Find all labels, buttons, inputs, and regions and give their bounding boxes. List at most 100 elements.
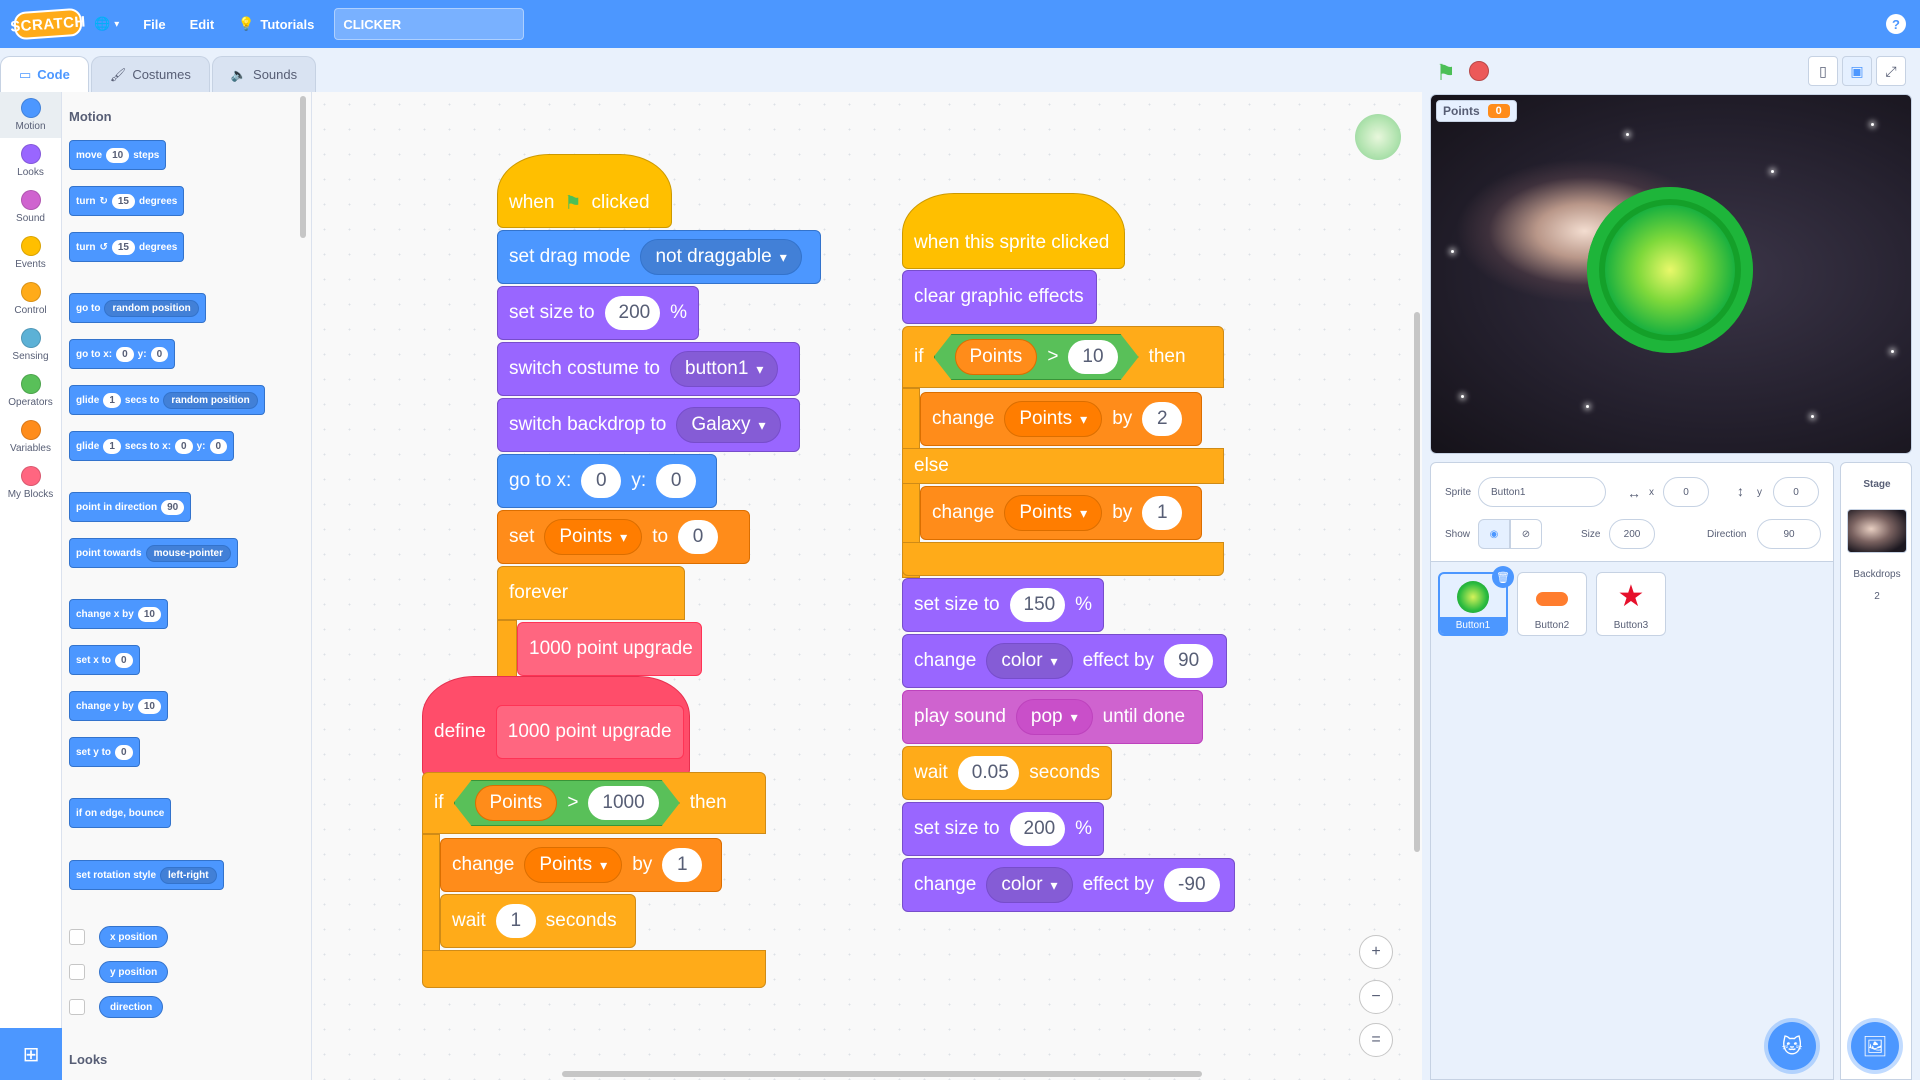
- zoom-out-button[interactable]: −: [1359, 980, 1393, 1014]
- tab-sounds[interactable]: 🔈 Sounds: [211, 56, 317, 92]
- block-input[interactable]: 10: [137, 698, 161, 714]
- block-dropdown[interactable]: random position: [163, 391, 258, 409]
- wait-block[interactable]: wait 1 seconds: [440, 894, 636, 948]
- edit-menu[interactable]: Edit: [178, 0, 227, 48]
- scratch-logo[interactable]: SCRATCH: [10, 7, 86, 41]
- workspace-horizontal-scrollbar[interactable]: [562, 1071, 1202, 1077]
- yposition-checkbox[interactable]: [69, 964, 85, 980]
- block-dropdown[interactable]: Points: [1004, 495, 1103, 531]
- block-dropdown[interactable]: color: [986, 867, 1073, 903]
- block-input[interactable]: 1: [1142, 496, 1183, 530]
- block-dropdown[interactable]: pop: [1015, 699, 1093, 735]
- sprite-thumb-button1[interactable]: Button1 🗑: [1438, 566, 1514, 636]
- palette-change-y-block[interactable]: change y by 10: [69, 691, 168, 721]
- stage-target-pane[interactable]: Stage Backdrops 2: [1840, 462, 1912, 1080]
- wait-block[interactable]: wait 0.05 seconds: [902, 746, 1112, 800]
- delete-sprite-button[interactable]: 🗑: [1492, 566, 1514, 588]
- direction-input[interactable]: 90: [1757, 519, 1821, 549]
- points-variable-monitor[interactable]: Points 0: [1436, 100, 1517, 122]
- palette-glide-block[interactable]: glide 1 secs to random position: [69, 385, 265, 415]
- palette-point-direction-block[interactable]: point in direction 90: [69, 492, 192, 522]
- block-dropdown[interactable]: Points: [1004, 401, 1103, 437]
- zoom-in-button[interactable]: +: [1359, 935, 1393, 969]
- block-input[interactable]: 0: [209, 438, 228, 454]
- block-input[interactable]: 2: [1142, 402, 1183, 436]
- set-size-block[interactable]: set size to 200%: [902, 802, 1104, 856]
- points-reporter[interactable]: Points: [475, 785, 558, 821]
- small-stage-button[interactable]: ▯: [1808, 56, 1838, 86]
- palette-xposition-reporter[interactable]: x position: [99, 926, 169, 948]
- block-input[interactable]: 0: [175, 438, 193, 454]
- zoom-reset-button[interactable]: =: [1359, 1023, 1393, 1057]
- when-sprite-clicked-block[interactable]: when this sprite clicked: [902, 193, 1125, 269]
- block-dropdown[interactable]: Galaxy: [676, 407, 781, 443]
- block-dropdown[interactable]: button1: [670, 351, 779, 387]
- file-menu[interactable]: File: [131, 0, 177, 48]
- block-input[interactable]: 90: [1164, 644, 1214, 678]
- points-reporter[interactable]: Points: [955, 339, 1038, 375]
- add-extension-button[interactable]: ⊞: [0, 1028, 62, 1080]
- block-dropdown[interactable]: left-right: [160, 866, 217, 884]
- language-menu[interactable]: 🌐 ▾: [82, 0, 131, 48]
- clear-effects-block[interactable]: clear graphic effects: [902, 270, 1097, 324]
- greater-than-operator[interactable]: Points >1000: [454, 780, 680, 826]
- sprite-name-input[interactable]: Button1: [1478, 477, 1606, 507]
- palette-bounce-block[interactable]: if on edge, bounce: [69, 798, 172, 828]
- green-flag-button[interactable]: ⚑: [1436, 60, 1456, 86]
- block-input[interactable]: 150: [1009, 588, 1066, 622]
- add-sprite-button[interactable]: 🐱: [1768, 1022, 1816, 1070]
- switch-backdrop-block[interactable]: switch backdrop to Galaxy: [497, 398, 800, 452]
- block-dropdown[interactable]: mouse-pointer: [145, 544, 232, 562]
- block-input[interactable]: 0.05: [957, 756, 1020, 790]
- block-input[interactable]: 200: [604, 296, 661, 330]
- set-variable-block[interactable]: set Points to 0: [497, 510, 750, 564]
- block-input[interactable]: 0: [116, 346, 134, 362]
- category-events[interactable]: Events: [0, 230, 61, 276]
- forever-block[interactable]: forever: [497, 566, 685, 620]
- if-block[interactable]: if Points >1000 then: [422, 772, 766, 834]
- block-dropdown[interactable]: color: [986, 643, 1073, 679]
- category-motion[interactable]: Motion: [0, 92, 61, 138]
- block-input[interactable]: 0: [678, 520, 719, 554]
- change-variable-block[interactable]: change Points by 1: [440, 838, 722, 892]
- stop-button[interactable]: [1469, 61, 1489, 81]
- palette-scrollbar[interactable]: [300, 96, 306, 238]
- change-variable-block[interactable]: change Points by 2: [920, 392, 1202, 446]
- show-visible-button[interactable]: ◉: [1478, 519, 1510, 549]
- block-input[interactable]: -90: [1164, 868, 1220, 902]
- category-variables[interactable]: Variables: [0, 414, 61, 460]
- palette-glide-xy-block[interactable]: glide 1 secs to x: 0 y: 0: [69, 431, 235, 461]
- project-title-input[interactable]: CLICKER: [334, 8, 525, 40]
- category-looks[interactable]: Looks: [0, 138, 61, 184]
- block-input[interactable]: 90: [161, 499, 185, 515]
- palette-set-y-block[interactable]: set y to 0: [69, 737, 140, 767]
- block-input[interactable]: 1: [103, 438, 121, 454]
- palette-goto-block[interactable]: go to random position: [69, 293, 206, 323]
- button1-sprite[interactable]: [1587, 187, 1753, 353]
- define-block[interactable]: define 1000 point upgrade: [422, 676, 690, 776]
- block-input[interactable]: 10: [137, 606, 161, 622]
- palette-direction-reporter[interactable]: direction: [99, 996, 164, 1018]
- go-to-xy-block[interactable]: go to x: 0 y: 0: [497, 454, 717, 508]
- category-control[interactable]: Control: [0, 276, 61, 322]
- block-dropdown[interactable]: Points: [524, 847, 623, 883]
- switch-costume-block[interactable]: switch costume to button1: [497, 342, 800, 396]
- y-input[interactable]: 0: [1773, 477, 1819, 507]
- category-sensing[interactable]: Sensing: [0, 322, 61, 368]
- if-else-block[interactable]: if Points >10 then: [902, 326, 1224, 388]
- call-1000-point-upgrade-block[interactable]: 1000 point upgrade: [517, 622, 702, 676]
- palette-set-x-block[interactable]: set x to 0: [69, 645, 140, 675]
- sprite-thumb-button2[interactable]: Button2: [1517, 572, 1587, 636]
- palette-change-x-block[interactable]: change x by 10: [69, 599, 168, 629]
- tutorials-button[interactable]: 💡 Tutorials: [226, 0, 326, 48]
- block-dropdown[interactable]: Points: [544, 519, 643, 555]
- block-input[interactable]: 1: [662, 848, 703, 882]
- palette-yposition-reporter[interactable]: y position: [99, 961, 169, 983]
- backdrop-thumbnail[interactable]: [1847, 509, 1907, 553]
- direction-checkbox[interactable]: [69, 999, 85, 1015]
- set-size-block[interactable]: set size to 150%: [902, 578, 1104, 632]
- palette-gotoxy-block[interactable]: go to x: 0 y: 0: [69, 339, 176, 369]
- block-input[interactable]: 0: [115, 652, 133, 668]
- palette-rotation-style-block[interactable]: set rotation style left-right: [69, 860, 224, 890]
- palette-point-towards-block[interactable]: point towards mouse-pointer: [69, 538, 239, 568]
